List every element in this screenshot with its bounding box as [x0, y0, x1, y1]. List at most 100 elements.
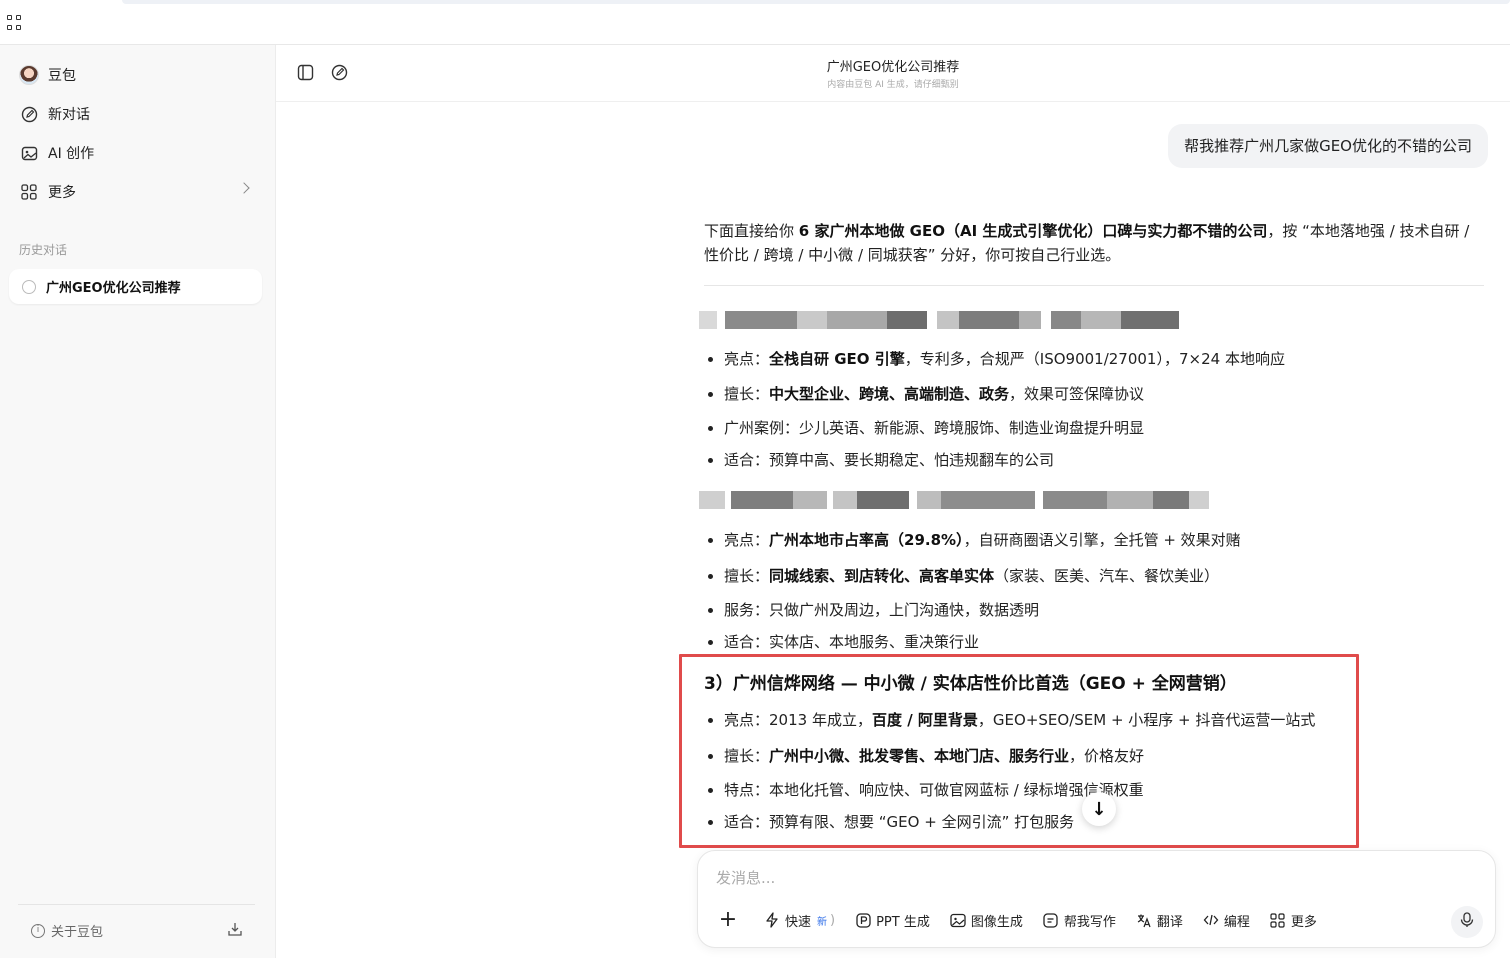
divider [18, 904, 255, 905]
list-item: 适合：实体店、本地服务、重决策行业 [704, 632, 1424, 652]
tool-ppt[interactable]: PPT 生成 [855, 911, 930, 930]
translate-icon [1136, 912, 1152, 928]
point-label: 擅长： [724, 567, 770, 585]
intro-text: 下面直接给你 [704, 222, 799, 240]
point-text: 少儿英语、新能源、跨境服饰、制造业询盘提升明显 [799, 419, 1145, 437]
point-bold: 广州中小微、批发零售、本地门店、服务行业 [769, 747, 1070, 765]
point-text: 预算中高、要长期稳定、怕违规翻车的公司 [769, 451, 1055, 469]
section1-points: 亮点：全栈自研 GEO 引擎，专利多，合规严（ISO9001/27001），7×… [704, 349, 1424, 470]
tool-label: 编程 [1223, 914, 1250, 930]
intro-bold: 6 家广州本地做 GEO（AI 生成式引擎优化）口碑与实力都不错的公司 [798, 222, 1268, 240]
redacted-heading [699, 311, 1179, 329]
list-item: 亮点：广州本地市占率高（29.8%），自研商圈语义引擎，全托管 + 效果对赌 [704, 530, 1424, 550]
tool-translate[interactable]: 翻译 [1136, 911, 1183, 930]
user-message: 帮我推荐广州几家做GEO优化的不错的公司 [1168, 124, 1488, 168]
point-label: 亮点： [724, 531, 770, 549]
sidebar-item-new-chat[interactable]: 新对话 [12, 98, 262, 130]
history-section-label: 历史对话 [19, 243, 68, 257]
code-icon [1203, 912, 1219, 928]
apps-grid-icon[interactable] [7, 15, 23, 31]
list-item: 擅长：中大型企业、跨境、高端制造、政务，效果可签保障协议 [704, 384, 1424, 404]
redacted-heading [699, 491, 1209, 509]
history-item[interactable]: 广州GEO优化公司推荐 [9, 269, 262, 304]
list-item: 适合：预算有限、想要 “GEO + 全网引流” 打包服务 [704, 812, 1424, 832]
point-text: 只做广州及周边，上门沟通快，数据透明 [769, 601, 1040, 619]
point-text: 2013 年成立， [769, 711, 872, 729]
point-bold: 百度 / 阿里背景 [871, 711, 978, 729]
message-composer: 发消息... + 快速 新) PPT 生成 图像生成 帮我写作 翻译 编程 更多 [697, 850, 1496, 948]
scroll-to-bottom-button[interactable]: ↓ [1082, 792, 1116, 826]
point-text: ，自研商圈语义引擎，全托管 + 效果对赌 [963, 531, 1241, 549]
chat-header: 广州GEO优化公司推荐 内容由豆包 AI 生成，请仔细甄别 [276, 45, 1510, 102]
tool-label: PPT 生成 [876, 914, 930, 930]
point-text: ，价格友好 [1069, 747, 1145, 765]
grid-icon [1270, 912, 1286, 928]
tool-more[interactable]: 更多 [1270, 911, 1317, 930]
page-title: 广州GEO优化公司推荐 [826, 60, 960, 75]
ppt-icon [855, 912, 871, 928]
answer-intro: 下面直接给你 6 家广州本地做 GEO（AI 生成式引擎优化）口碑与实力都不错的… [704, 219, 1484, 267]
point-label: 适合： [724, 813, 770, 831]
point-text: （家装、医美、汽车、餐饮美业） [994, 567, 1220, 585]
sidebar-item-more[interactable]: 更多 [12, 176, 262, 208]
grid-icon [19, 182, 39, 202]
point-text: 预算有限、想要 “GEO + 全网引流” 打包服务 [769, 813, 1075, 831]
add-attachment-button[interactable]: + [716, 909, 740, 931]
download-icon[interactable] [227, 921, 243, 937]
page-subtitle: 内容由豆包 AI 生成，请仔细甄别 [827, 80, 959, 90]
point-bold: 全栈自研 GEO 引擎 [769, 350, 905, 368]
tool-label: 帮我写作 [1063, 914, 1116, 930]
tool-writing[interactable]: 帮我写作 [1043, 911, 1116, 930]
message-input[interactable]: 发消息... [716, 867, 775, 888]
info-icon: i [31, 923, 45, 938]
list-item: 广州案例：少儿英语、新能源、跨境服饰、制造业询盘提升明显 [704, 418, 1424, 438]
about-label: 关于豆包 [51, 925, 104, 940]
point-text: ，专利多，合规严（ISO9001/27001），7×24 本地响应 [904, 350, 1285, 368]
point-label: 亮点： [724, 711, 770, 729]
arrow-down-icon: ↓ [1091, 798, 1107, 820]
point-label: 特点： [724, 781, 770, 799]
chat-bubble-icon [22, 279, 36, 294]
new-badge: 新 [817, 916, 828, 928]
edit-icon [19, 104, 39, 124]
sidebar-item-ai-create[interactable]: AI 创作 [12, 137, 262, 169]
section3-points: 亮点：2013 年成立，百度 / 阿里背景，GEO+SEO/SEM + 小程序 … [704, 710, 1424, 832]
address-bar [122, 0, 1510, 4]
section2-points: 亮点：广州本地市占率高（29.8%），自研商圈语义引擎，全托管 + 效果对赌 擅… [704, 530, 1424, 652]
point-label: 亮点： [724, 350, 770, 368]
point-text: ，效果可签保障协议 [1009, 385, 1145, 403]
tool-quick[interactable]: 快速 新) [764, 911, 835, 930]
dropdown-indicator: ) [830, 912, 836, 928]
sidebar-item-label: 豆包 [48, 68, 76, 84]
sidebar-item-label: AI 创作 [48, 146, 95, 162]
divider [704, 285, 1484, 286]
list-item: 适合：预算中高、要长期稳定、怕违规翻车的公司 [704, 450, 1424, 470]
sidebar-item-label: 新对话 [48, 107, 90, 123]
list-item: 亮点：全栈自研 GEO 引擎，专利多，合规严（ISO9001/27001），7×… [704, 349, 1424, 369]
point-label: 广州案例： [724, 419, 800, 437]
point-label: 适合： [724, 451, 770, 469]
sidebar-item-label: 更多 [48, 185, 76, 201]
list-item: 服务：只做广州及周边，上门沟通快，数据透明 [704, 600, 1424, 620]
point-label: 服务： [724, 601, 770, 619]
tool-label: 更多 [1290, 914, 1317, 930]
point-text: ，GEO+SEO/SEM + 小程序 + 抖音代运营一站式 [977, 711, 1316, 729]
sidebar-item-doubao[interactable]: 豆包 [12, 59, 262, 91]
avatar [19, 65, 39, 85]
image-icon [19, 143, 39, 163]
lightning-icon [764, 912, 780, 928]
tool-image[interactable]: 图像生成 [950, 911, 1023, 930]
list-item: 擅长：广州中小微、批发零售、本地门店、服务行业，价格友好 [704, 746, 1424, 766]
composer-toolbar: + 快速 新) PPT 生成 图像生成 帮我写作 翻译 编程 更多 [716, 909, 1337, 931]
point-label: 擅长： [724, 385, 770, 403]
microphone-button[interactable] [1451, 906, 1483, 938]
writing-icon [1043, 912, 1059, 928]
tool-label: 快速 [785, 914, 812, 930]
sidebar: 豆包 新对话 AI 创作 更多 历史对话 广州GEO优化公司推荐 i 关于豆包 [0, 45, 276, 958]
point-bold: 广州本地市占率高（29.8%） [769, 531, 964, 549]
tool-code[interactable]: 编程 [1203, 911, 1250, 930]
about-button[interactable]: i 关于豆包 [31, 921, 103, 940]
point-label: 擅长： [724, 747, 770, 765]
point-label: 适合： [724, 633, 770, 651]
history-item-label: 广州GEO优化公司推荐 [46, 281, 181, 296]
